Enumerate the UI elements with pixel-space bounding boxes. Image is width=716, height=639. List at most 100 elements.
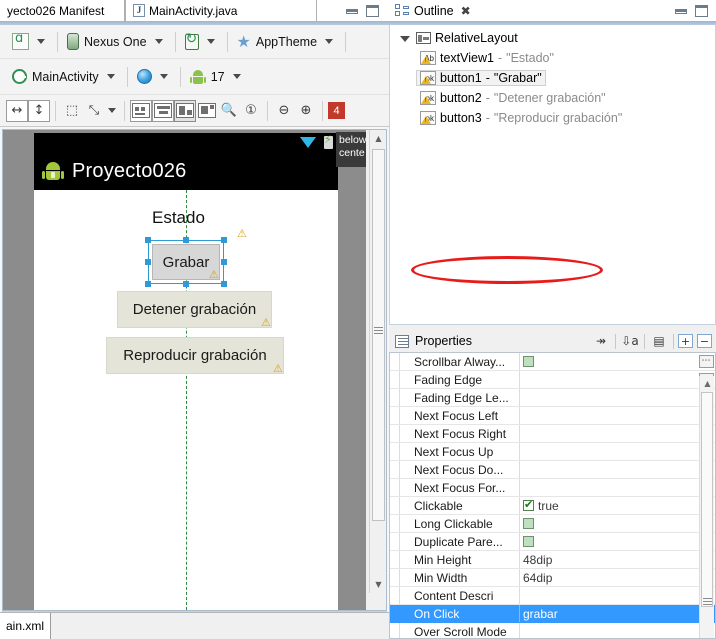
maximize-icon[interactable]	[366, 5, 379, 17]
properties-table[interactable]: Scrollbar Alway... ⋯ Fading Edge ⋯ Fadin…	[389, 352, 716, 639]
table-row[interactable]: Fading Edge Le... ⋯	[390, 389, 715, 407]
resize-handle-sw[interactable]	[145, 281, 151, 287]
zoom-fit-button[interactable]: 🔍	[218, 100, 240, 122]
align-baseline-button[interactable]	[174, 99, 196, 122]
width-match-parent-button[interactable]: ↔	[6, 99, 28, 122]
tree-row-textview1[interactable]: Ab textView1 - "Estado"	[390, 48, 715, 68]
properties-vertical-scrollbar[interactable]: ▲ ▼	[699, 376, 715, 638]
chevron-down-icon[interactable]	[108, 108, 116, 113]
property-value[interactable]	[520, 425, 697, 442]
theme-dropdown[interactable]: ★ AppTheme	[233, 30, 341, 54]
sort-alphabetically-button[interactable]: ⇩a	[620, 332, 640, 350]
tab-outline[interactable]: Outline ✖	[391, 0, 479, 21]
outline-tree[interactable]: RelativeLayout Ab textView1 - "Estado" o…	[389, 25, 716, 325]
checkbox[interactable]	[523, 356, 534, 367]
property-value[interactable]	[520, 461, 697, 478]
lint-warning-badge[interactable]: 4	[328, 102, 345, 119]
checkbox[interactable]	[523, 498, 534, 511]
bottom-tab-layout-xml[interactable]: ain.xml	[0, 613, 52, 639]
device-dropdown[interactable]: Nexus One	[63, 30, 170, 54]
zoom-100-button[interactable]: ①	[240, 100, 262, 122]
minimize-icon[interactable]	[346, 8, 358, 14]
preview-textview-estado[interactable]: Estado	[152, 208, 205, 228]
tree-row-button1[interactable]: ok button1 - "Grabar"	[390, 68, 715, 88]
scroll-down-arrow-icon[interactable]: ▼	[370, 576, 386, 593]
property-value[interactable]	[520, 443, 697, 460]
height-match-parent-button[interactable]: ↕	[28, 99, 50, 122]
activity-dropdown[interactable]: MainActivity	[8, 65, 122, 89]
resize-handle-n[interactable]	[183, 237, 189, 243]
resize-handle-w[interactable]	[145, 259, 151, 265]
property-value[interactable]: true	[520, 497, 697, 514]
layout-file-dropdown[interactable]	[8, 30, 52, 54]
property-value[interactable]	[520, 587, 697, 604]
resize-handle-se[interactable]	[221, 281, 227, 287]
show-advanced-button[interactable]: ↠	[591, 332, 611, 350]
tree-node-value: "Grabar"	[493, 71, 542, 85]
properties-scroll-thumb[interactable]	[701, 392, 713, 607]
maximize-icon[interactable]	[695, 5, 708, 17]
property-value[interactable]	[520, 407, 697, 424]
table-row[interactable]: Min Height 48dip ⋯	[390, 551, 715, 569]
table-row[interactable]: Next Focus Left ⋯	[390, 407, 715, 425]
api-level-dropdown[interactable]: 17	[186, 65, 248, 89]
table-row[interactable]: Over Scroll Mode ⋯	[390, 623, 715, 638]
tree-row-button3[interactable]: ok button3 - "Reproducir grabación"	[390, 108, 715, 128]
table-row[interactable]: Fading Edge ⋯	[390, 371, 715, 389]
preview-button-detener[interactable]: Detener grabación	[117, 291, 272, 328]
property-value[interactable]	[520, 371, 697, 388]
property-value[interactable]	[520, 353, 697, 370]
table-row[interactable]: Next Focus Do... ⋯	[390, 461, 715, 479]
table-row[interactable]: Long Clickable ⋯	[390, 515, 715, 533]
editor-tab-mainactivity[interactable]: J MainActivity.java	[125, 0, 317, 21]
zoom-in-button[interactable]: ⊕	[295, 100, 317, 122]
scroll-up-arrow-icon[interactable]: ▲	[370, 130, 386, 147]
canvas-scroll-thumb[interactable]	[372, 149, 385, 521]
table-row[interactable]: Content Descri ⋯	[390, 587, 715, 605]
checkbox[interactable]	[523, 536, 534, 547]
orientation-dropdown[interactable]	[181, 30, 222, 54]
expand-all-button[interactable]: +	[678, 334, 693, 348]
table-row[interactable]: Duplicate Pare... ⋯	[390, 533, 715, 551]
tree-row-button2[interactable]: ok button2 - "Detener grabación"	[390, 88, 715, 108]
collapse-all-button[interactable]: −	[697, 334, 712, 348]
table-row[interactable]: Next Focus Up ⋯	[390, 443, 715, 461]
editor-tab-manifest[interactable]: yecto026 Manifest	[0, 0, 125, 21]
distribute-button[interactable]	[196, 100, 218, 122]
property-value[interactable]: 48dip	[520, 551, 697, 568]
property-value[interactable]	[520, 623, 697, 638]
resize-handle-nw[interactable]	[145, 237, 151, 243]
table-row[interactable]: Min Width 64dip ⋯	[390, 569, 715, 587]
resize-handle-ne[interactable]	[221, 237, 227, 243]
align-center-button[interactable]	[152, 99, 174, 122]
close-icon[interactable]: ✖	[461, 4, 471, 18]
align-left-button[interactable]	[130, 99, 152, 122]
minimize-icon[interactable]	[675, 8, 687, 14]
property-value[interactable]	[520, 533, 697, 550]
canvas-vertical-scrollbar[interactable]: ▲ ▼	[369, 130, 386, 593]
resize-handle-e[interactable]	[221, 259, 227, 265]
table-row[interactable]: Scrollbar Alway... ⋯	[390, 353, 715, 371]
table-row-on-click[interactable]: On Click grabar ⋯	[390, 605, 715, 623]
property-value-on-click[interactable]: grabar	[520, 605, 697, 622]
locale-dropdown[interactable]	[133, 65, 175, 89]
table-row[interactable]: Clickable true ⋯	[390, 497, 715, 515]
property-value[interactable]: 64dip	[520, 569, 697, 586]
table-row[interactable]: Next Focus For... ⋯	[390, 479, 715, 497]
preview-button-reproducir[interactable]: Reproducir grabación	[106, 337, 284, 374]
property-value[interactable]	[520, 479, 697, 496]
property-value[interactable]	[520, 515, 697, 532]
design-canvas[interactable]: Proyecto026 Estado Grabar	[2, 129, 387, 611]
property-edit-button[interactable]: ⋯	[697, 353, 715, 370]
resize-handle-s[interactable]	[183, 281, 189, 287]
property-value[interactable]	[520, 389, 697, 406]
scroll-up-arrow-icon[interactable]: ▲	[700, 376, 715, 391]
gravity-button[interactable]: ⤡	[83, 100, 105, 122]
margins-button[interactable]: ⬚	[61, 100, 83, 122]
tree-row-relativelayout[interactable]: RelativeLayout	[390, 28, 715, 48]
chevron-down-icon[interactable]	[400, 36, 410, 42]
table-row[interactable]: Next Focus Right ⋯	[390, 425, 715, 443]
zoom-out-button[interactable]: ⊖	[273, 100, 295, 122]
checkbox[interactable]	[523, 518, 534, 529]
filter-button[interactable]: ▤	[649, 332, 669, 350]
